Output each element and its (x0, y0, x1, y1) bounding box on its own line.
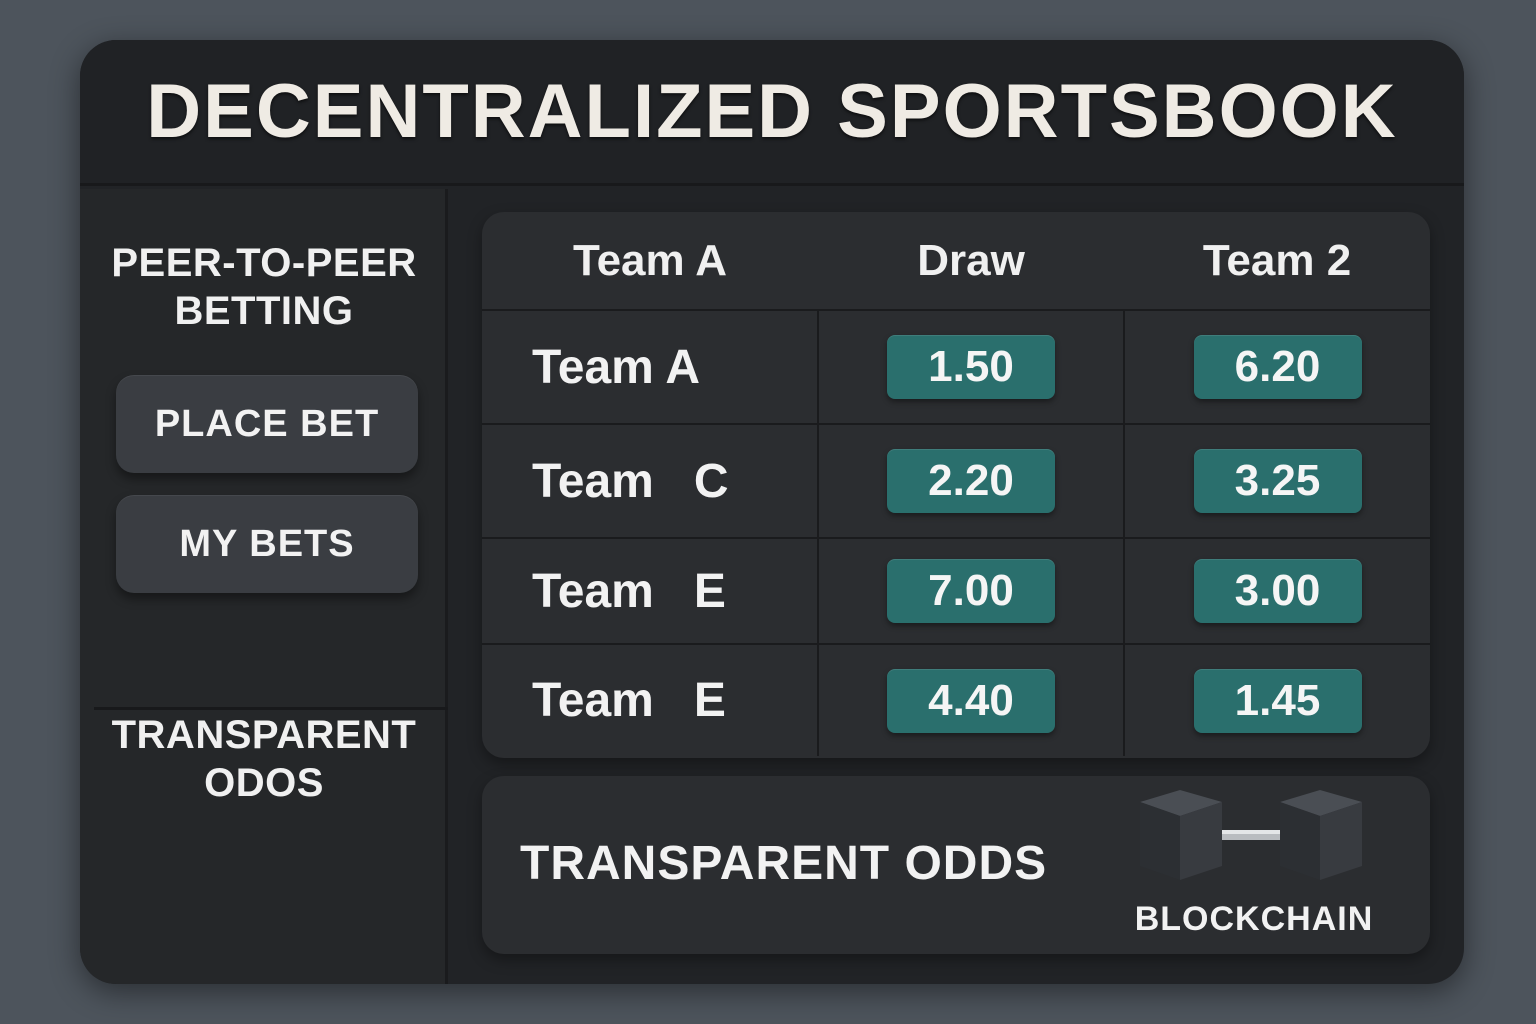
odds-button[interactable]: 7.00 (887, 559, 1055, 623)
column-header-draw: Draw (818, 212, 1124, 311)
column-header-team-2: Team 2 (1124, 212, 1430, 311)
draw-odds-cell: 4.40 (817, 643, 1124, 756)
odds-button[interactable]: 6.20 (1193, 335, 1362, 399)
odds-button[interactable]: 3.00 (1193, 559, 1362, 623)
odds-button[interactable]: 2.20 (887, 449, 1055, 513)
sidebar-divider (94, 707, 448, 710)
sidebar-heading-transparent: TRANSPARENT ODOS (111, 713, 417, 805)
header: DECENTRALIZED SPORTSBOOK (80, 40, 1464, 186)
sportsbook-panel: DECENTRALIZED SPORTSBOOK PEER-TO-PEER BE… (80, 40, 1464, 984)
my-bets-button[interactable]: MY BETS (116, 495, 418, 593)
transparent-odds-label: TRANSPARENT ODDS (520, 837, 1048, 890)
draw-odds-cell: 2.20 (817, 423, 1124, 538)
sidebar: PEER-TO-PEER BETTING PLACE BET MY BETS T… (80, 189, 448, 984)
odds-button[interactable]: 1.50 (887, 335, 1055, 399)
team-name: Team C (482, 423, 818, 538)
table-row: Team E 4.40 1.45 (482, 643, 1430, 756)
page-title: DECENTRALIZED SPORTSBOOK (146, 69, 1398, 154)
odds-table-card: Team A Draw Team 2 Team A 1.50 6.20 Team… (482, 212, 1430, 758)
table-row: Team C 2.20 3.25 (482, 423, 1430, 538)
transparent-odds-card: TRANSPARENT ODDS BLOCKCHAIN (482, 776, 1430, 954)
team-name: Team E (482, 537, 818, 644)
column-header-team-a: Team A (482, 212, 818, 311)
team-name: Team E (482, 643, 818, 756)
odds-button[interactable]: 4.40 (887, 668, 1055, 733)
team2-odds-cell: 1.45 (1123, 643, 1430, 756)
odds-table: Team A Draw Team 2 Team A 1.50 6.20 Team… (482, 212, 1430, 756)
draw-odds-cell: 1.50 (817, 309, 1124, 424)
odds-button[interactable]: 1.45 (1193, 668, 1362, 733)
table-row: Team A 1.50 6.20 (482, 309, 1430, 424)
blockchain-icon (1140, 790, 1362, 880)
team-name: Team A (482, 309, 818, 424)
table-row: Team E 7.00 3.00 (482, 537, 1430, 644)
team2-odds-cell: 3.25 (1123, 423, 1430, 538)
table-header-row: Team A Draw Team 2 (482, 212, 1430, 311)
odds-button[interactable]: 3.25 (1193, 449, 1362, 513)
blockchain-label: BLOCKCHAIN (1134, 900, 1374, 938)
team2-odds-cell: 6.20 (1123, 309, 1430, 424)
draw-odds-cell: 7.00 (817, 537, 1124, 644)
place-bet-button[interactable]: PLACE BET (116, 375, 418, 473)
team2-odds-cell: 3.00 (1123, 537, 1430, 644)
sidebar-heading-p2p: PEER-TO-PEER BETTING (111, 241, 417, 333)
